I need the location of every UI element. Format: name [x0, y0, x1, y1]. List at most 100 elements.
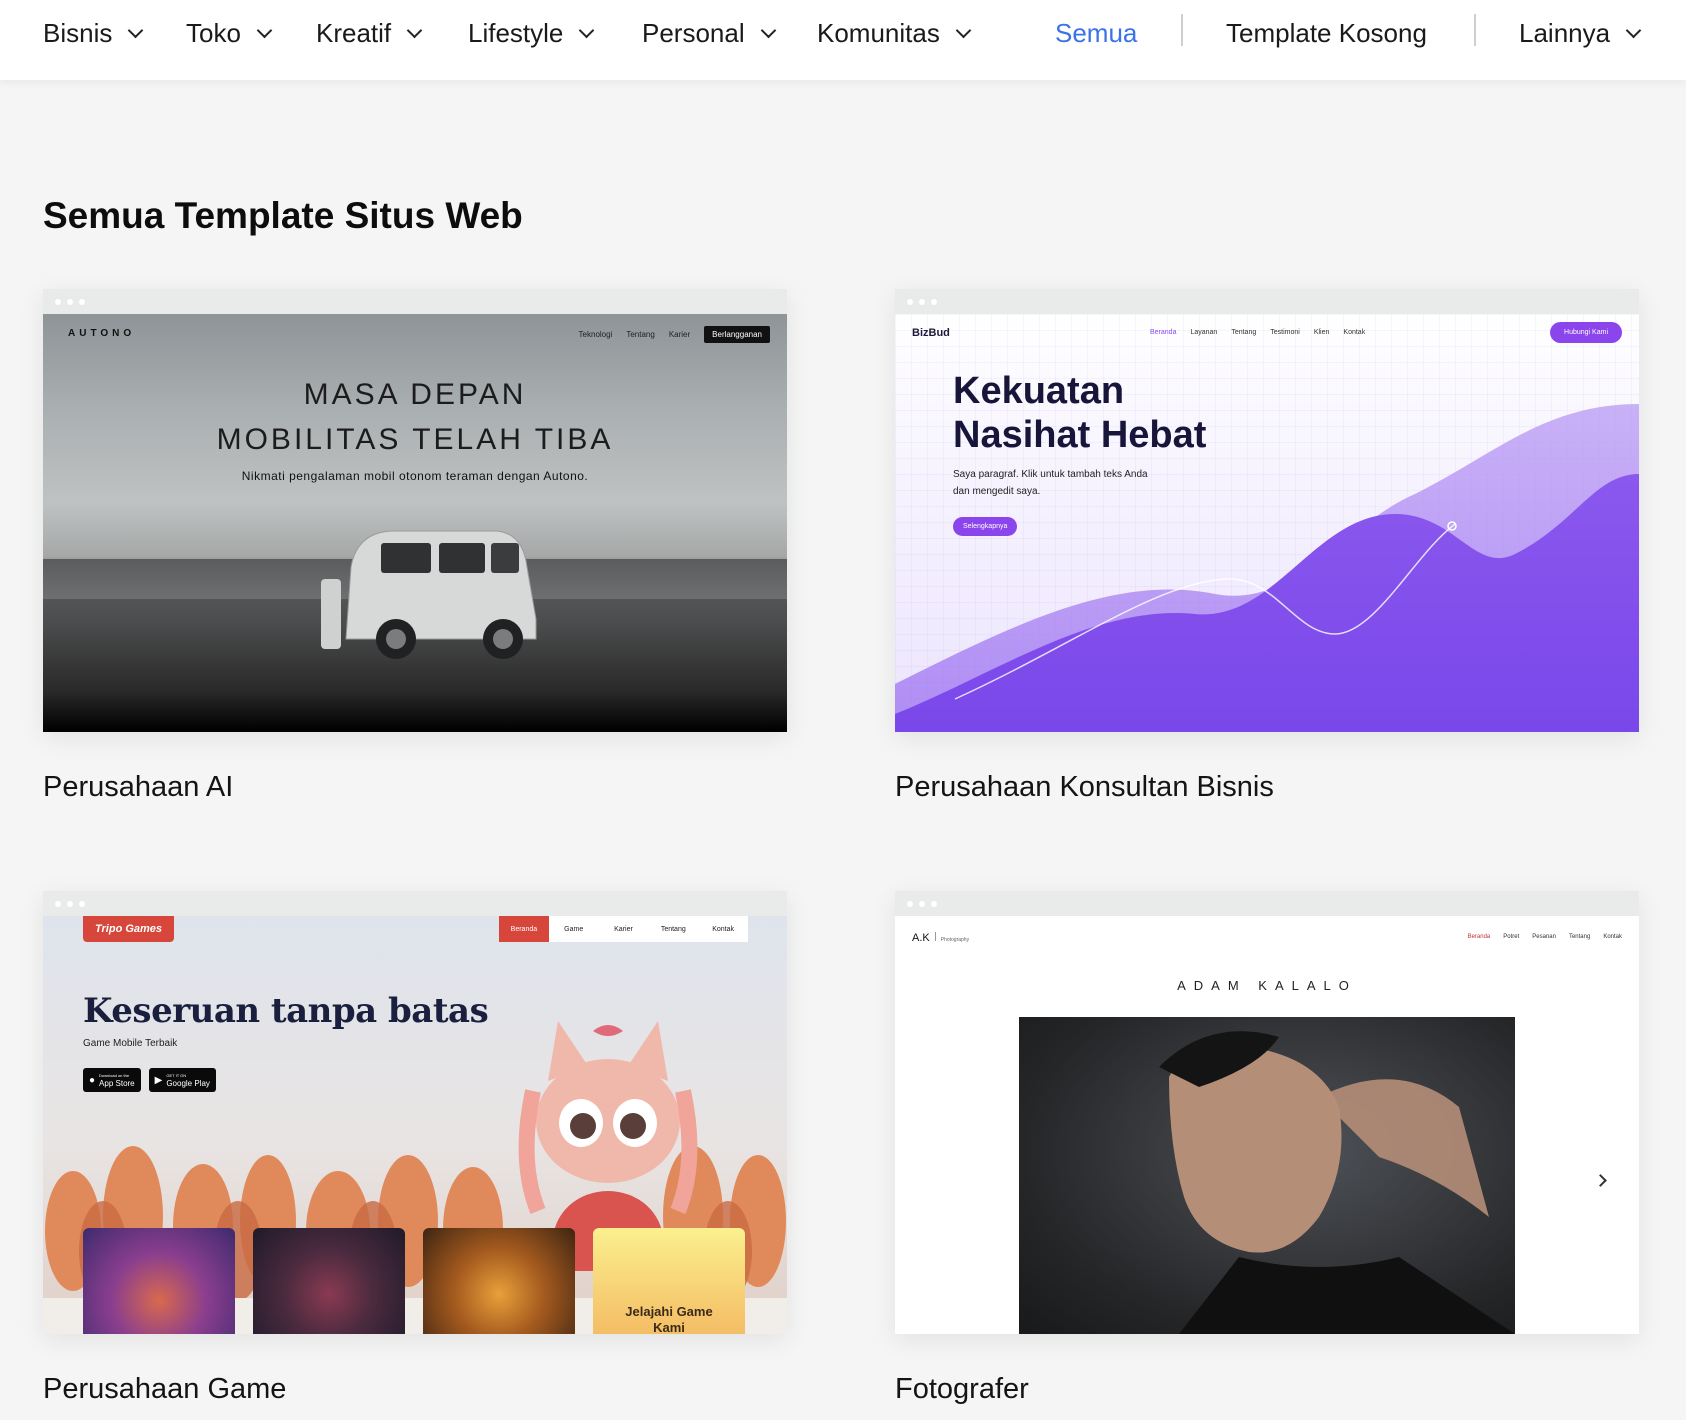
template-preview[interactable]: A.K Photography Beranda Potret Pesanan T…	[895, 891, 1639, 1334]
game-tiles: Jelajahi Game Kami ↓	[83, 1228, 745, 1334]
badge-store-name: App Store	[99, 1079, 135, 1088]
browser-chrome	[43, 289, 787, 314]
preview-more-button: Selengkapnya	[953, 517, 1018, 536]
chevron-down-icon	[1625, 22, 1642, 38]
template-name[interactable]: Fotografer	[895, 1373, 1029, 1406]
preview-nav: Beranda Game Karier Tentang Kontak	[499, 916, 748, 942]
preview-nav-item: Tentang	[626, 330, 655, 339]
preview-headline: Keseruan tanpa batas	[83, 991, 489, 1031]
preview-nav-item: Beranda	[1467, 934, 1491, 940]
logo-divider	[934, 932, 936, 941]
template-screenshot: BizBud Beranda Layanan Tentang Testimoni…	[895, 314, 1639, 732]
template-card[interactable]: A.K Photography Beranda Potret Pesanan T…	[895, 891, 1639, 1405]
preview-paragraph-line: dan mengedit saya.	[953, 486, 1041, 497]
portrait-figure	[1159, 1031, 1515, 1334]
app-store-badge: ● Download on the App Store	[83, 1068, 141, 1092]
game-tile-image	[83, 1228, 235, 1334]
electric-car-image	[321, 530, 537, 659]
template-screenshot: Tripo Games Beranda Game Karier Tentang …	[43, 916, 787, 1334]
nav-item-label: Bisnis	[43, 17, 113, 48]
preview-nav-item: Potret	[1503, 934, 1520, 940]
preview-nav-item: Kontak	[1603, 934, 1622, 940]
preview-subtext: Game Mobile Terbaik	[83, 1038, 178, 1049]
chevron-down-icon	[955, 22, 972, 38]
chevron-right-icon[interactable]	[1594, 1174, 1607, 1187]
nav-item-lifestyle[interactable]: Lifestyle	[468, 16, 595, 50]
preview-nav-item: Game	[564, 925, 584, 933]
nav-item-label: Semua	[1055, 17, 1138, 48]
preview-headline-line: MASA DEPAN	[303, 378, 527, 411]
preview-logo: Tripo Games	[83, 916, 175, 942]
preview-logo: BizBud	[912, 327, 950, 339]
template-card[interactable]: BizBud Beranda Layanan Tentang Testimoni…	[895, 289, 1639, 803]
category-nav: Bisnis Toko Kreatif Lifestyle Personal K…	[0, 0, 1686, 80]
chevron-down-icon	[579, 22, 595, 38]
preview-nav: Teknologi Tentang Karier Berlangganan	[579, 326, 770, 343]
preview-headline: MASA DEPAN MOBILITAS TELAH TIBA	[43, 372, 787, 462]
preview-nav-item: Tentang	[1568, 934, 1591, 940]
preview-nav-item: Kontak	[712, 925, 734, 933]
template-card[interactable]: Tripo Games Beranda Game Karier Tentang …	[43, 891, 787, 1405]
preview-headline-line: Nasihat Hebat	[953, 414, 1207, 456]
preview-nav-item: Layanan	[1190, 329, 1218, 336]
preview-nav-item: Klien	[1313, 329, 1330, 336]
nav-item-label: Toko	[186, 17, 241, 48]
preview-logo: A.K Photography	[912, 932, 969, 944]
nav-item-label: Kreatif	[316, 17, 392, 48]
page-title: Semua Template Situs Web	[43, 195, 523, 236]
preview-logo-mark: A.K	[912, 932, 930, 944]
template-preview[interactable]: AUTONO Teknologi Tentang Karier Berlangg…	[43, 289, 787, 732]
template-name[interactable]: Perusahaan AI	[43, 771, 233, 804]
preview-logo-tagline: Photography	[940, 937, 970, 943]
chevron-down-icon	[256, 22, 273, 38]
preview-paragraph-line: Saya paragraf. Klik untuk tambah teks An…	[953, 469, 1148, 480]
nav-item-kreatif[interactable]: Kreatif	[316, 16, 423, 50]
template-preview[interactable]: BizBud Beranda Layanan Tentang Testimoni…	[895, 289, 1639, 732]
preview-nav-item: Pesanan	[1532, 934, 1556, 940]
photographer-name: ADAM KALALO	[1177, 978, 1357, 993]
template-name[interactable]: Perusahaan Game	[43, 1373, 286, 1406]
preview-nav-item: Testimoni	[1270, 329, 1300, 336]
explore-label-line: Jelajahi Game	[625, 1304, 713, 1319]
template-card[interactable]: AUTONO Teknologi Tentang Karier Berlangg…	[43, 289, 787, 803]
nav-item-komunitas[interactable]: Komunitas	[817, 16, 972, 50]
preview-nav-item: Karier	[614, 925, 633, 933]
preview-logo: AUTONO	[68, 328, 136, 339]
template-screenshot: AUTONO Teknologi Tentang Karier Berlangg…	[43, 314, 787, 732]
preview-nav-item: Karier	[668, 330, 691, 339]
game-tile-image	[253, 1228, 405, 1334]
preview-nav-item: Tentang	[1231, 329, 1257, 336]
nav-divider	[1181, 14, 1183, 46]
nav-item-template-kosong[interactable]: Template Kosong	[1226, 16, 1427, 50]
preview-paragraph: Saya paragraf. Klik untuk tambah teks An…	[953, 466, 1173, 500]
preview-subtext: Nikmati pengalaman mobil otonom teraman …	[241, 469, 589, 483]
preview-headline-line: MOBILITAS TELAH TIBA	[216, 423, 614, 456]
preview-nav: Beranda Potret Pesanan Tentang Kontak	[1468, 934, 1622, 940]
preview-nav: Beranda Layanan Tentang Testimoni Klien …	[1150, 329, 1365, 336]
browser-chrome	[43, 891, 787, 916]
nav-item-bisnis[interactable]: Bisnis	[43, 16, 144, 50]
template-name[interactable]: Perusahaan Konsultan Bisnis	[895, 771, 1274, 804]
preview-cta-button: Hubungi Kami	[1550, 322, 1622, 343]
play-icon: ▶	[154, 1074, 163, 1086]
preview-nav-item: Tentang	[660, 925, 686, 933]
nav-item-lainnya[interactable]: Lainnya	[1519, 16, 1642, 50]
explore-games-tile: Jelajahi Game Kami ↓	[593, 1228, 745, 1334]
chevron-down-icon	[760, 22, 776, 38]
preview-nav-item: Beranda	[1150, 329, 1177, 336]
apple-icon: ●	[89, 1074, 96, 1086]
store-badges: ● Download on the App Store ▶ GET IT ON …	[83, 1068, 216, 1092]
nav-item-personal[interactable]: Personal	[642, 16, 776, 50]
nav-item-semua[interactable]: Semua	[1055, 16, 1137, 50]
explore-label-line: Kami	[653, 1320, 685, 1334]
browser-chrome	[895, 289, 1639, 314]
chevron-down-icon	[406, 22, 423, 38]
chevron-down-icon	[128, 22, 144, 38]
preview-nav-item: Teknologi	[578, 330, 613, 339]
nav-item-label: Lifestyle	[468, 17, 564, 48]
preview-nav-cta: Berlangganan	[704, 326, 770, 343]
nav-item-toko[interactable]: Toko	[186, 16, 273, 50]
template-preview[interactable]: Tripo Games Beranda Game Karier Tentang …	[43, 891, 787, 1334]
template-screenshot: A.K Photography Beranda Potret Pesanan T…	[895, 916, 1639, 1334]
nav-divider	[1474, 14, 1476, 46]
